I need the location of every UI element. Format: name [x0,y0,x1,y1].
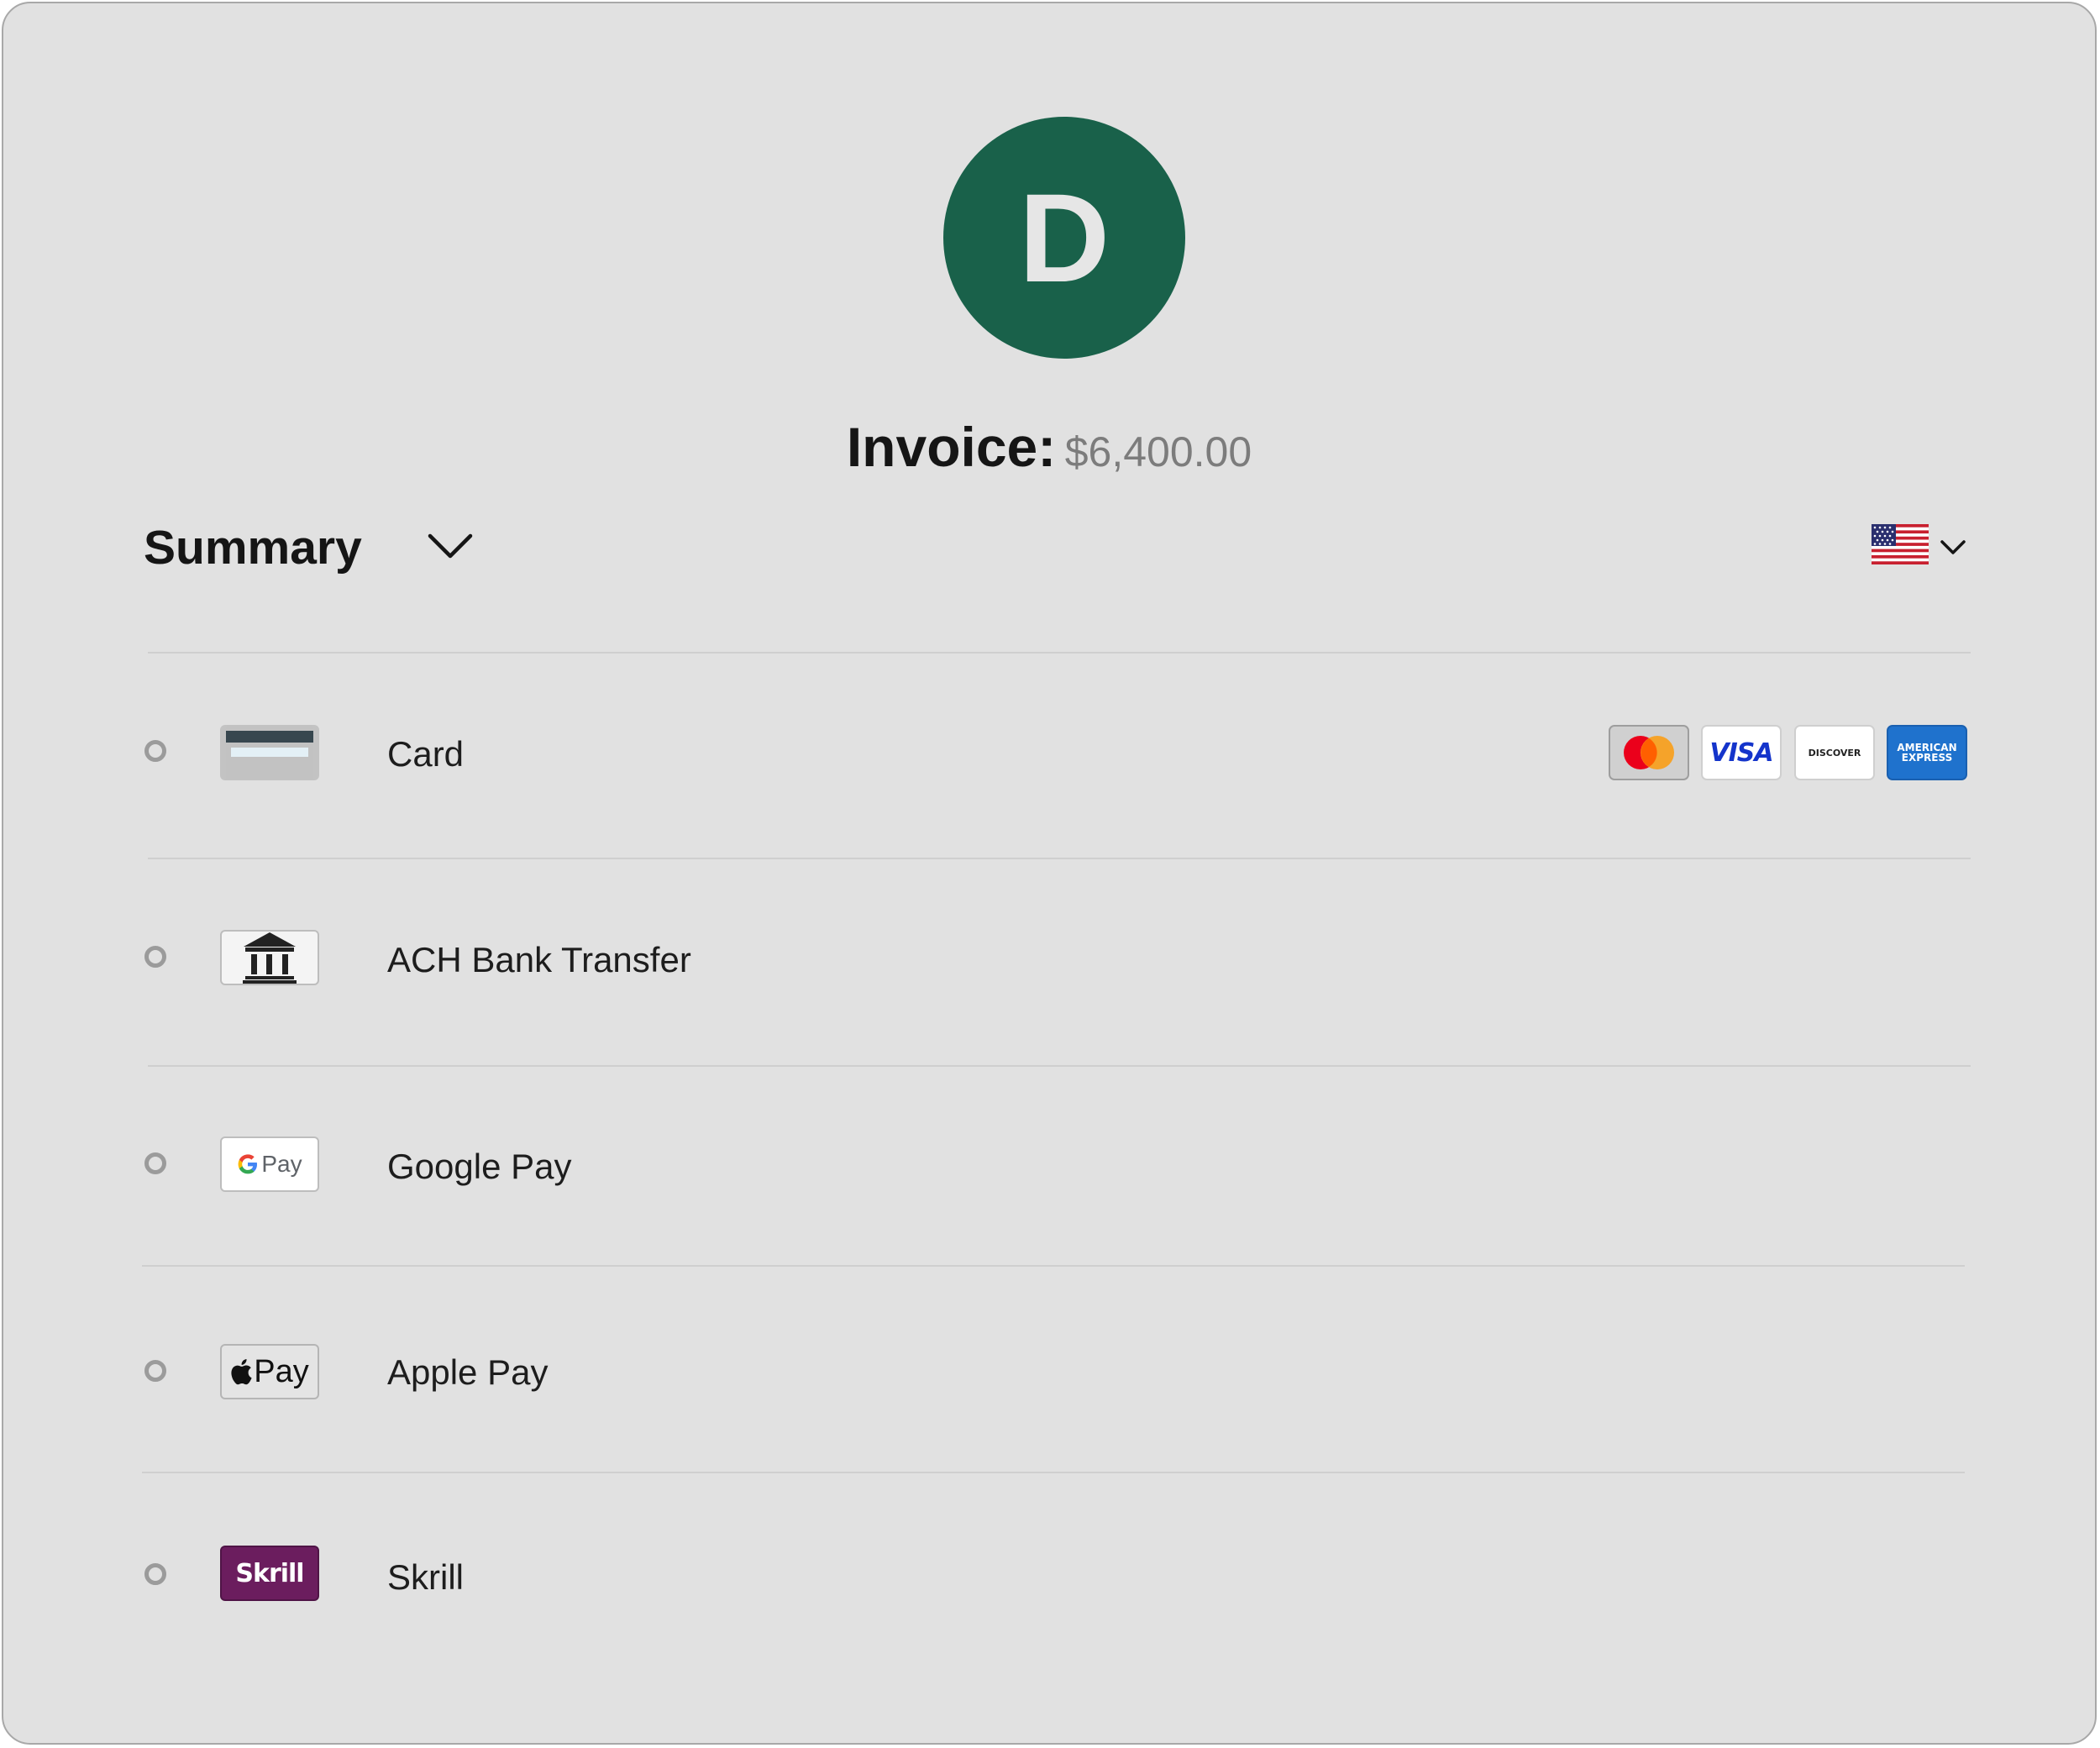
google-pay-icon: Pay [220,1136,319,1192]
apple-pay-icon: Pay [220,1344,319,1399]
radio-button[interactable] [144,1360,166,1382]
payment-method-label: Skrill [387,1557,464,1597]
payment-method-label: Apple Pay [387,1352,549,1392]
chevron-down-icon[interactable] [1940,538,1966,556]
apple-logo-icon [231,1359,252,1385]
credit-card-icon [220,725,319,780]
summary-toggle-label[interactable]: Summary [144,517,362,578]
divider [148,858,1971,859]
google-g-icon [238,1154,258,1174]
us-flag-icon[interactable] [1872,524,1929,564]
invoice-label: Invoice: [846,416,1057,478]
payment-option-google-pay[interactable]: Pay Google Pay [3,1106,2095,1224]
avatar-letter: D [1018,167,1110,308]
skrill-icon: Skrill [220,1546,319,1601]
divider [142,1265,1965,1267]
divider [148,1065,1971,1067]
divider [148,652,1971,654]
payment-option-ach[interactable]: ACH Bank Transfer [3,900,2095,1017]
google-pay-text: Pay [261,1151,302,1177]
merchant-avatar: D [943,117,1185,359]
discover-text: DISCOVER [1808,747,1861,759]
payment-panel: D Invoice: $6,400.00 Summary Card VISA D… [2,2,2097,1745]
invoice-heading: Invoice: $6,400.00 [3,415,2095,479]
bank-icon [220,930,319,985]
radio-button[interactable] [144,1563,166,1585]
visa-icon: VISA [1701,725,1782,780]
chevron-down-icon[interactable] [428,531,473,561]
apple-pay-text: Pay [254,1353,309,1389]
payment-option-skrill[interactable]: Skrill Skrill [3,1517,2095,1635]
payment-method-label: ACH Bank Transfer [387,940,691,979]
payment-method-label: Card [387,734,465,774]
skrill-logo-text: Skrill [235,1558,304,1588]
mastercard-icon [1609,725,1689,780]
radio-button[interactable] [144,1152,166,1174]
divider [142,1472,1965,1473]
amex-text-line2: EXPRESS [1901,752,1953,764]
visa-text: VISA [1709,738,1773,768]
payment-method-label: Google Pay [387,1147,572,1186]
payment-option-apple-pay[interactable]: Pay Apple Pay [3,1314,2095,1431]
amex-icon: AMERICAN EXPRESS [1887,725,1967,780]
invoice-amount: $6,400.00 [1064,428,1252,475]
radio-button[interactable] [144,946,166,968]
discover-icon: DISCOVER [1794,725,1875,780]
radio-button[interactable] [144,740,166,762]
